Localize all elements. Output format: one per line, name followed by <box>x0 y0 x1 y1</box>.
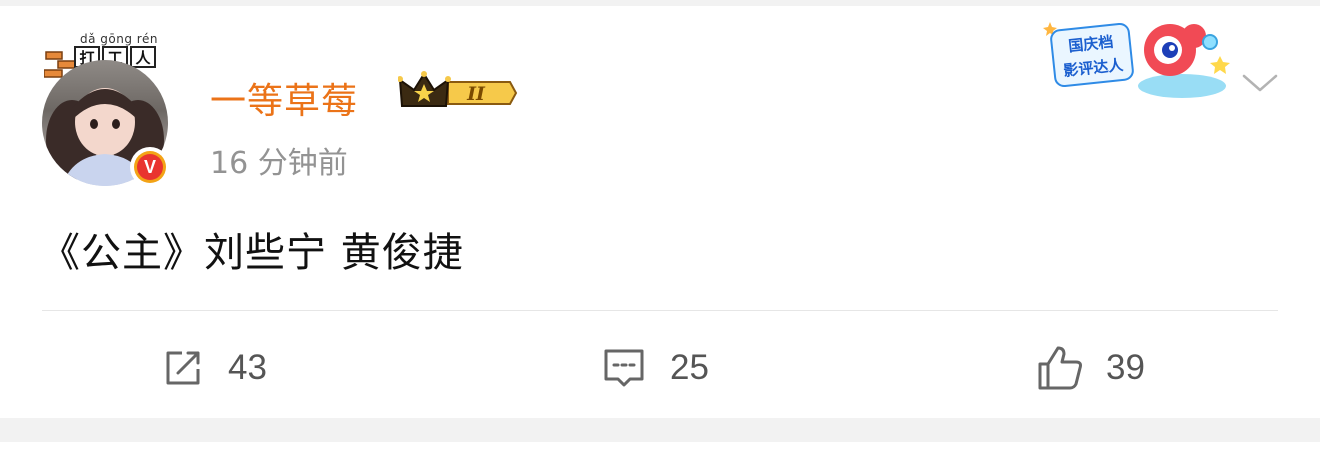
comment-icon <box>604 349 644 387</box>
comment-button[interactable]: 25 <box>600 344 709 392</box>
post-text: 《公主》刘些宁 黄俊捷 <box>40 230 464 276</box>
like-button[interactable]: 39 <box>1036 344 1145 392</box>
next-post-card <box>0 442 1320 458</box>
vip-level: II <box>466 83 486 105</box>
comment-count: 25 <box>670 348 709 387</box>
share-icon <box>166 351 200 385</box>
chevron-down-icon[interactable] <box>1238 68 1282 98</box>
repost-count: 43 <box>228 348 267 387</box>
review-sticker[interactable]: 国庆档 影评达人 <box>1042 12 1232 104</box>
like-count: 39 <box>1106 348 1145 387</box>
username[interactable]: 一等草莓 <box>210 72 358 124</box>
divider <box>42 310 1278 311</box>
thumbs-up-icon <box>1038 346 1082 390</box>
pendant-pinyin: dǎ gōng rén <box>80 32 158 46</box>
post-card: dǎ gōng rén 打 工 人 V 一等草莓 II 16 分钟前 国庆档 影… <box>0 6 1320 418</box>
repost-button[interactable]: 43 <box>160 344 267 392</box>
v-verified-icon: V <box>137 154 163 180</box>
sticker-label: 国庆档 影评达人 <box>1049 21 1135 89</box>
post-timestamp: 16 分钟前 <box>210 146 348 181</box>
avatar[interactable]: V <box>40 54 170 187</box>
verified-badge: V <box>130 147 170 187</box>
vip-crown-badge[interactable]: II <box>398 70 518 116</box>
